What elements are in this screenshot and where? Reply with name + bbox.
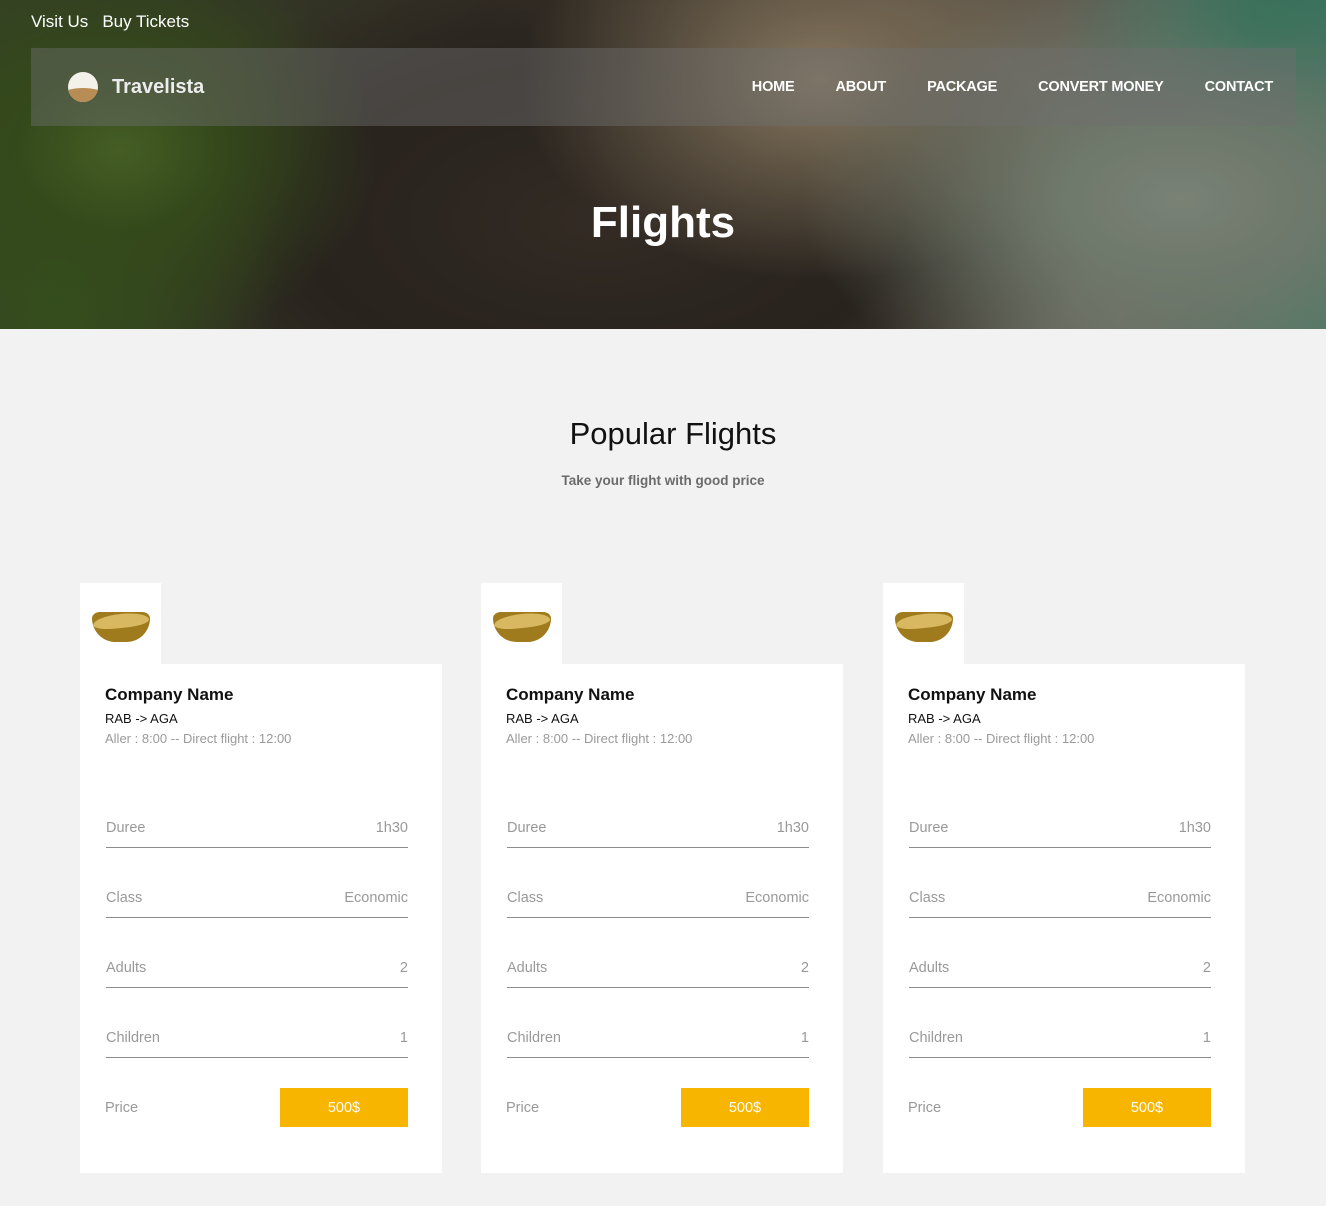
price-row: Price 500$ — [908, 1088, 1211, 1127]
detail-row-class: Class Economic — [909, 890, 1211, 918]
page-title: Flights — [590, 198, 736, 247]
detail-value: Economic — [344, 890, 408, 906]
flight-card-body: Company Name RAB -> AGA Aller : 8:00 -- … — [481, 664, 843, 1173]
price-button[interactable]: 500$ — [280, 1088, 408, 1127]
detail-value: 1h30 — [1178, 820, 1211, 836]
detail-row-adults: Adults 2 — [909, 960, 1211, 988]
navbar: Travelista HOME ABOUT PACKAGE CONVERT MO… — [31, 48, 1296, 126]
top-links: Visit Us Buy Tickets — [31, 12, 189, 32]
price-label: Price — [506, 1099, 540, 1116]
detail-row-children: Children 1 — [507, 1030, 809, 1058]
detail-value: 2 — [1202, 960, 1211, 976]
nav-package[interactable]: PACKAGE — [927, 79, 997, 95]
buy-tickets-link[interactable]: Buy Tickets — [102, 12, 189, 32]
detail-label: Duree — [507, 820, 547, 836]
price-label: Price — [908, 1099, 942, 1116]
company-name: Company Name — [506, 685, 635, 704]
detail-label: Duree — [106, 820, 146, 836]
detail-value: 1 — [399, 1030, 408, 1046]
bowl-logo-icon — [894, 602, 954, 646]
flight-times: Aller : 8:00 -- Direct flight : 12:00 — [105, 731, 292, 746]
detail-row-adults: Adults 2 — [507, 960, 809, 988]
detail-row-class: Class Economic — [106, 890, 408, 918]
section-title: Popular Flights — [569, 416, 777, 451]
detail-value: Economic — [745, 890, 809, 906]
detail-row-duration: Duree 1h30 — [106, 820, 408, 848]
detail-row-duration: Duree 1h30 — [507, 820, 809, 848]
flight-route: RAB -> AGA — [506, 711, 579, 726]
flight-times: Aller : 8:00 -- Direct flight : 12:00 — [908, 731, 1095, 746]
price-button[interactable]: 500$ — [681, 1088, 809, 1127]
detail-row-children: Children 1 — [909, 1030, 1211, 1058]
detail-label: Children — [507, 1030, 561, 1046]
detail-value: 2 — [399, 960, 408, 976]
flight-route: RAB -> AGA — [105, 711, 178, 726]
brand-name: Travelista — [112, 75, 205, 98]
flight-route: RAB -> AGA — [908, 711, 981, 726]
detail-row-duration: Duree 1h30 — [909, 820, 1211, 848]
flight-card: Company Name RAB -> AGA Aller : 8:00 -- … — [80, 583, 442, 1173]
flight-thumb — [481, 583, 562, 664]
section-subtitle: Take your flight with good price — [561, 473, 765, 488]
nav-about[interactable]: ABOUT — [836, 79, 887, 95]
bowl-logo-icon — [492, 602, 552, 646]
flight-thumb — [80, 583, 161, 664]
detail-label: Adults — [106, 960, 147, 976]
detail-row-class: Class Economic — [507, 890, 809, 918]
price-button[interactable]: 500$ — [1083, 1088, 1211, 1127]
detail-label: Adults — [507, 960, 548, 976]
detail-value: 1h30 — [375, 820, 408, 836]
detail-row-adults: Adults 2 — [106, 960, 408, 988]
brand-logo-icon — [68, 72, 98, 102]
detail-label: Class — [106, 890, 143, 906]
price-row: Price 500$ — [105, 1088, 408, 1127]
detail-row-children: Children 1 — [106, 1030, 408, 1058]
bowl-logo-icon — [91, 602, 151, 646]
price-row: Price 500$ — [506, 1088, 809, 1127]
detail-label: Duree — [909, 820, 949, 836]
company-name: Company Name — [908, 685, 1037, 704]
detail-label: Children — [909, 1030, 963, 1046]
visit-us-link[interactable]: Visit Us — [31, 12, 88, 32]
detail-value: Economic — [1147, 890, 1211, 906]
brand[interactable]: Travelista — [68, 72, 204, 102]
flight-card-body: Company Name RAB -> AGA Aller : 8:00 -- … — [80, 664, 442, 1173]
nav-contact[interactable]: CONTACT — [1205, 79, 1274, 95]
nav-home[interactable]: HOME — [752, 79, 795, 95]
detail-value: 2 — [800, 960, 809, 976]
detail-label: Adults — [909, 960, 950, 976]
detail-value: 1 — [800, 1030, 809, 1046]
detail-label: Class — [909, 890, 946, 906]
nav-convert-money[interactable]: CONVERT MONEY — [1038, 79, 1164, 95]
detail-label: Children — [106, 1030, 160, 1046]
flight-card: Company Name RAB -> AGA Aller : 8:00 -- … — [481, 583, 843, 1173]
flight-times: Aller : 8:00 -- Direct flight : 12:00 — [506, 731, 693, 746]
price-label: Price — [105, 1099, 139, 1116]
flight-thumb — [883, 583, 964, 664]
detail-value: 1h30 — [776, 820, 809, 836]
main-nav: HOME ABOUT PACKAGE CONVERT MONEY CONTACT — [752, 79, 1273, 95]
company-name: Company Name — [105, 685, 234, 704]
detail-label: Class — [507, 890, 544, 906]
flight-card-body: Company Name RAB -> AGA Aller : 8:00 -- … — [883, 664, 1245, 1173]
flight-card: Company Name RAB -> AGA Aller : 8:00 -- … — [883, 583, 1245, 1173]
detail-value: 1 — [1202, 1030, 1211, 1046]
